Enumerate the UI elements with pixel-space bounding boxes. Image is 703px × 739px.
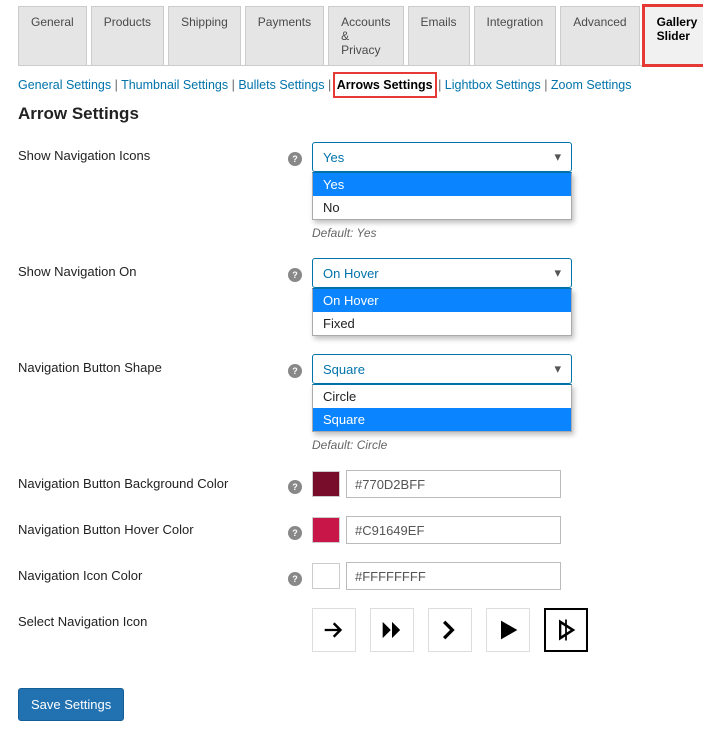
- row-navigation-icon-color: Navigation Icon Color ?: [18, 562, 685, 590]
- main-tabs: General Products Shipping Payments Accou…: [18, 6, 685, 66]
- help-icon[interactable]: ?: [288, 480, 302, 494]
- play-triangle-icon: [494, 616, 522, 644]
- tab-payments[interactable]: Payments: [245, 6, 324, 65]
- label-navigation-button-shape: Navigation Button Shape: [18, 354, 288, 375]
- input-navigation-button-hover-color[interactable]: [346, 516, 561, 544]
- input-navigation-button-bg-color[interactable]: [346, 470, 561, 498]
- option-square[interactable]: Square: [313, 408, 571, 431]
- tab-advanced[interactable]: Advanced: [560, 6, 639, 65]
- option-no[interactable]: No: [313, 196, 571, 219]
- sublink-zoom-settings[interactable]: Zoom Settings: [551, 78, 632, 92]
- row-show-navigation-icons: Show Navigation Icons ? Yes ▾ Yes No Def…: [18, 142, 685, 240]
- save-settings-button[interactable]: Save Settings: [18, 688, 124, 721]
- sub-tab-links: General Settings | Thumbnail Settings | …: [18, 78, 685, 92]
- icon-option-arrow-play[interactable]: [486, 608, 530, 652]
- icon-option-arrow-double[interactable]: [370, 608, 414, 652]
- label-navigation-icon-color: Navigation Icon Color: [18, 562, 288, 583]
- label-navigation-button-hover-color: Navigation Button Hover Color: [18, 516, 288, 537]
- help-icon[interactable]: ?: [288, 572, 302, 586]
- help-icon[interactable]: ?: [288, 364, 302, 378]
- select-show-navigation-on[interactable]: On Hover ▾: [312, 258, 572, 288]
- option-on-hover[interactable]: On Hover: [313, 289, 571, 312]
- row-navigation-button-bg-color: Navigation Button Background Color ?: [18, 470, 685, 498]
- select-show-navigation-icons[interactable]: Yes ▾: [312, 142, 572, 172]
- label-show-navigation-icons: Show Navigation Icons: [18, 142, 288, 163]
- section-title: Arrow Settings: [18, 104, 685, 124]
- row-select-navigation-icon: Select Navigation Icon: [18, 608, 685, 652]
- sublink-arrows-settings[interactable]: Arrows Settings: [335, 74, 435, 96]
- row-show-navigation-on: Show Navigation On ? On Hover ▾ On Hover…: [18, 258, 685, 336]
- double-chevron-right-icon: [378, 616, 406, 644]
- tab-emails[interactable]: Emails: [408, 6, 470, 65]
- icon-option-arrow-tri-outline[interactable]: [544, 608, 588, 652]
- sublink-bullets-settings[interactable]: Bullets Settings: [238, 78, 324, 92]
- help-icon[interactable]: ?: [288, 526, 302, 540]
- sublink-thumbnail-settings[interactable]: Thumbnail Settings: [121, 78, 228, 92]
- option-yes[interactable]: Yes: [313, 173, 571, 196]
- color-swatch-icon[interactable]: [312, 563, 340, 589]
- select-value: Yes: [323, 150, 344, 165]
- sublink-lightbox-settings[interactable]: Lightbox Settings: [445, 78, 541, 92]
- help-icon[interactable]: ?: [288, 152, 302, 166]
- row-navigation-button-shape: Navigation Button Shape ? Square ▾ Circl…: [18, 354, 685, 452]
- dropdown-navigation-button-shape: Circle Square: [312, 384, 572, 432]
- outline-triangle-right-icon: [552, 616, 580, 644]
- select-value: On Hover: [323, 266, 379, 281]
- tab-gallery-slider[interactable]: Gallery Slider: [644, 6, 703, 65]
- label-show-navigation-on: Show Navigation On: [18, 258, 288, 279]
- label-navigation-button-bg-color: Navigation Button Background Color: [18, 470, 288, 491]
- tab-accounts-privacy[interactable]: Accounts & Privacy: [328, 6, 403, 65]
- tab-general[interactable]: General: [18, 6, 87, 65]
- option-fixed[interactable]: Fixed: [313, 312, 571, 335]
- navigation-icon-picker: [312, 608, 685, 652]
- chevron-right-icon: [436, 616, 464, 644]
- dropdown-show-navigation-icons: Yes No: [312, 172, 572, 220]
- sublink-general-settings[interactable]: General Settings: [18, 78, 111, 92]
- color-swatch-hover[interactable]: [312, 517, 340, 543]
- chevron-down-icon: ▾: [554, 149, 561, 165]
- chevron-down-icon: ▾: [554, 361, 561, 377]
- row-navigation-button-hover-color: Navigation Button Hover Color ?: [18, 516, 685, 544]
- icon-option-arrow-simple[interactable]: [312, 608, 356, 652]
- color-swatch-bg[interactable]: [312, 471, 340, 497]
- tab-shipping[interactable]: Shipping: [168, 6, 241, 65]
- dropdown-show-navigation-on: On Hover Fixed: [312, 288, 572, 336]
- input-navigation-icon-color[interactable]: [346, 562, 561, 590]
- default-note: Default: Circle: [312, 438, 685, 452]
- label-select-navigation-icon: Select Navigation Icon: [18, 608, 288, 629]
- arrow-right-icon: [320, 616, 348, 644]
- sublink-separator: |: [544, 78, 551, 92]
- tab-products[interactable]: Products: [91, 6, 164, 65]
- icon-option-arrow-chevron[interactable]: [428, 608, 472, 652]
- sublink-separator: |: [438, 78, 445, 92]
- default-note: Default: Yes: [312, 226, 685, 240]
- tab-integration[interactable]: Integration: [474, 6, 557, 65]
- sublink-separator: |: [328, 78, 335, 92]
- help-icon[interactable]: ?: [288, 268, 302, 282]
- chevron-down-icon: ▾: [554, 265, 561, 281]
- select-value: Square: [323, 362, 365, 377]
- select-navigation-button-shape[interactable]: Square ▾: [312, 354, 572, 384]
- option-circle[interactable]: Circle: [313, 385, 571, 408]
